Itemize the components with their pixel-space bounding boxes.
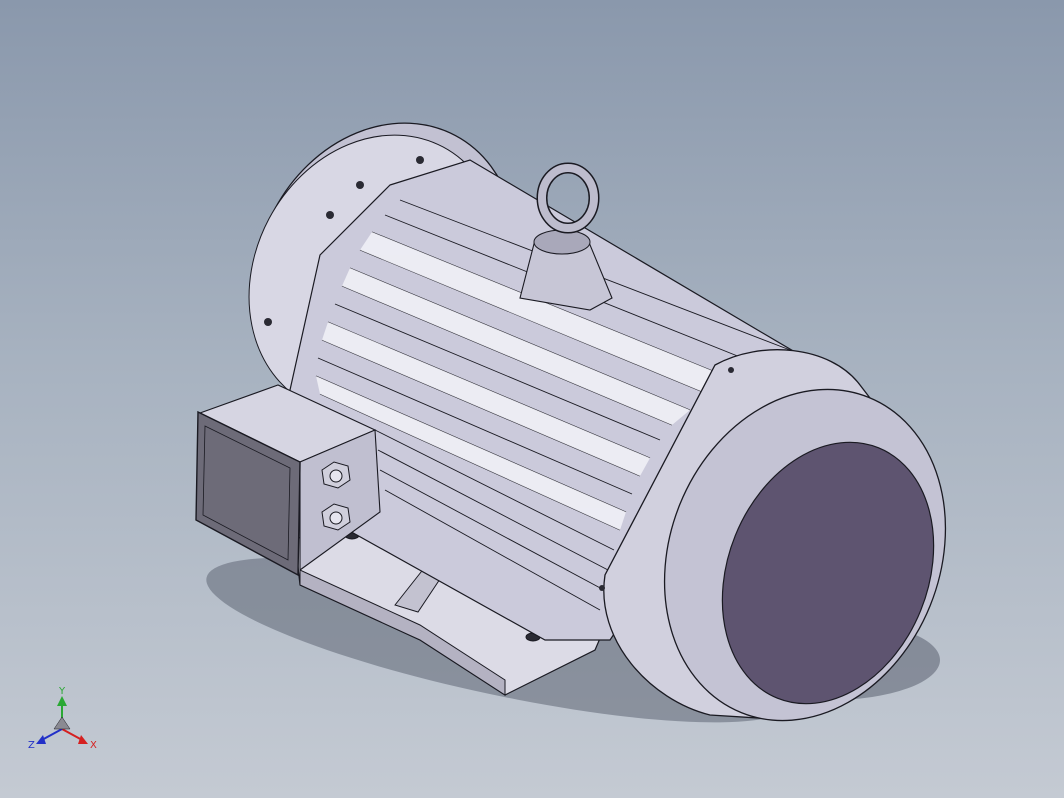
x-axis-label: X xyxy=(90,740,97,751)
triad-origin-icon xyxy=(53,716,71,730)
z-axis-label: Z xyxy=(28,740,35,751)
y-axis-label: Y xyxy=(58,686,66,697)
x-axis-arrow-icon xyxy=(78,735,88,744)
graphics-viewport[interactable]: Y X Z xyxy=(0,0,1064,798)
lifting-eye-base xyxy=(533,229,591,255)
flange-bolt-hole[interactable] xyxy=(356,181,364,189)
motor-model[interactable] xyxy=(0,0,1064,798)
z-axis-arrow-icon xyxy=(36,735,46,744)
flange-bolt-hole[interactable] xyxy=(416,156,424,164)
coordinate-triad: Y X Z xyxy=(28,686,97,751)
fan-cover-screw[interactable] xyxy=(728,367,734,373)
y-axis-arrow-icon xyxy=(57,696,67,706)
fan-cover-screw[interactable] xyxy=(599,585,605,591)
flange-bolt-hole[interactable] xyxy=(264,318,272,326)
flange-bolt-hole[interactable] xyxy=(326,211,334,219)
